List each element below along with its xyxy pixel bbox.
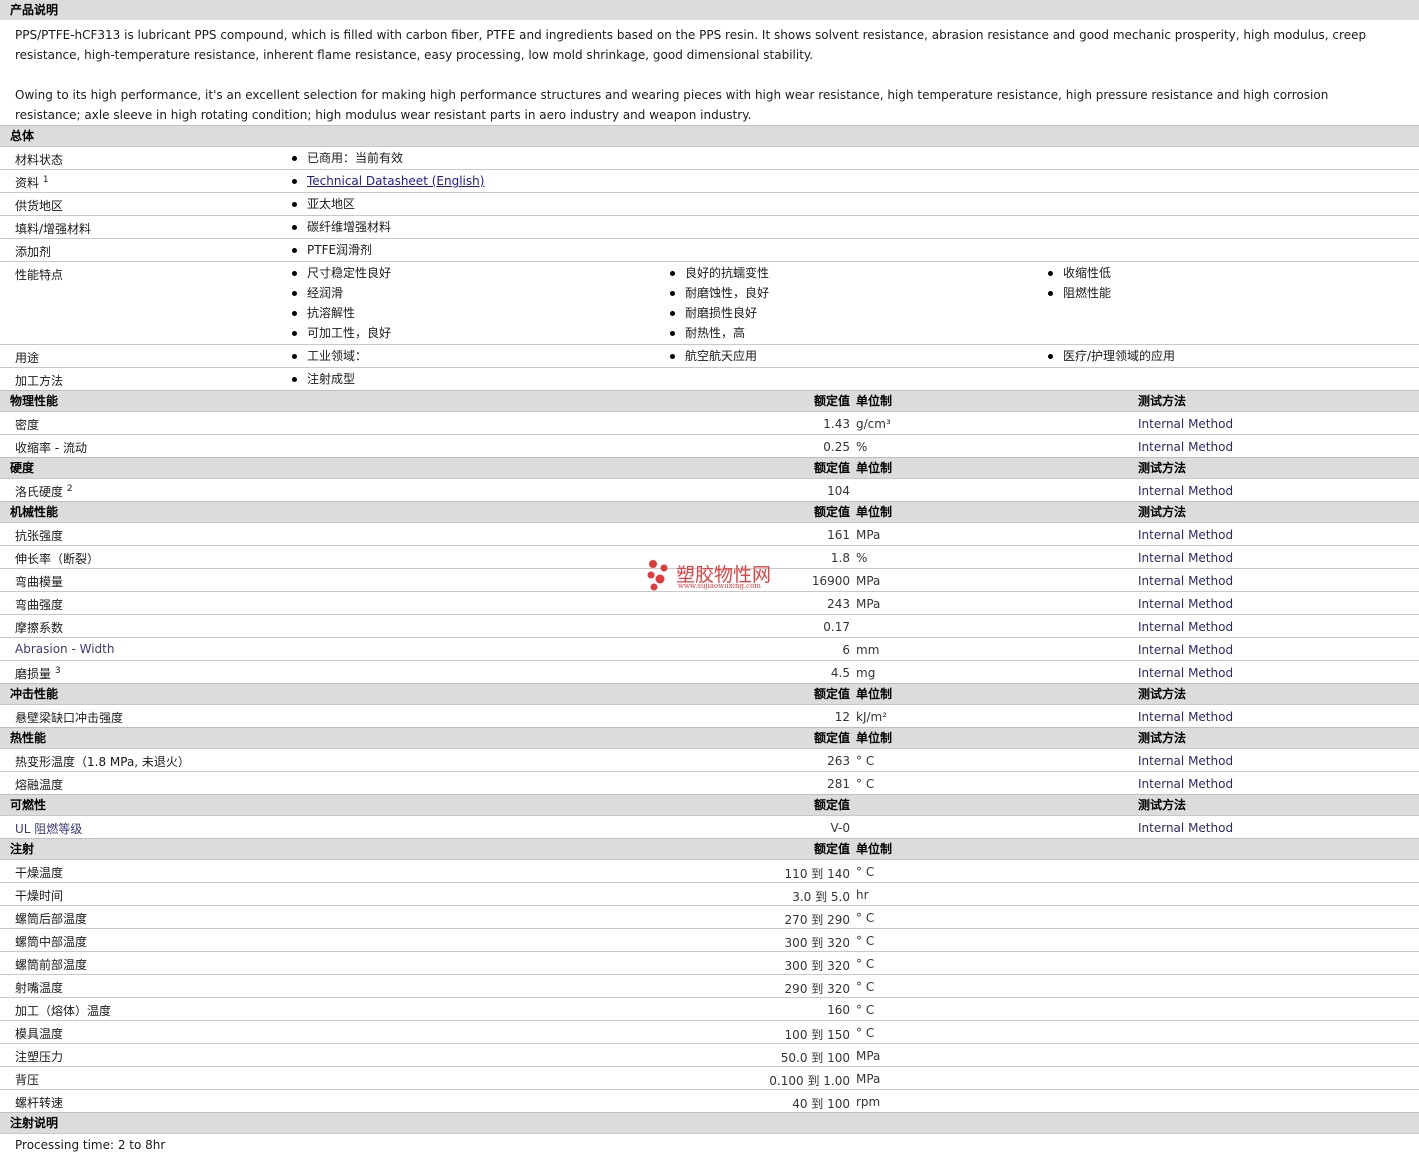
- general-row-additive: 添加剂 PTFE润滑剂: [0, 238, 1419, 261]
- row-label: 性能特点: [15, 268, 64, 282]
- column-header-value: 额定值: [813, 394, 850, 408]
- property-row: 弯曲强度 243 MPa Internal Method: [0, 591, 1419, 614]
- row-label: 材料状态: [15, 153, 64, 167]
- property-row: 熔融温度 281 ° C Internal Method: [0, 771, 1419, 794]
- property-row: 收缩率 - 流动 0.25 % Internal Method: [0, 434, 1419, 457]
- row-label: 供货地区: [15, 199, 64, 213]
- bullet-item: 医疗/护理领域的应用: [1048, 349, 1175, 369]
- general-row-filler: 填料/增强材料 碳纤维增强材料: [0, 215, 1419, 238]
- general-row-datasheet: 资料 1 Technical Datasheet (English): [0, 169, 1419, 192]
- watermark-logo: 塑胶物性网 www.sujiaowuxing.com: [646, 558, 786, 592]
- row-label: 用途: [15, 351, 40, 365]
- general-row-region: 供货地区 亚太地区: [0, 192, 1419, 215]
- general-row-features: 性能特点 尺寸稳定性良好 经润滑 抗溶解性 可加工性，良好 良好的抗蠕变性 耐磨…: [0, 261, 1419, 344]
- section-title: 产品说明: [10, 3, 59, 17]
- injection-row: 螺筒中部温度 300 到 320 ° C: [0, 928, 1419, 951]
- column-header-method: 测试方法: [1138, 394, 1187, 408]
- column-header-unit: 单位制: [856, 394, 893, 408]
- bullet-item: 尺寸稳定性良好: [292, 266, 391, 286]
- watermark-dots-icon: [647, 560, 668, 591]
- property-row: 悬壁梁缺口冲击强度 12 kJ/m² Internal Method: [0, 704, 1419, 727]
- property-row: 密度 1.43 g/cm³ Internal Method: [0, 411, 1419, 434]
- bullet-item: 工业领域：: [292, 349, 367, 369]
- section-header-thermal: 热性能 额定值 单位制 测试方法: [0, 727, 1419, 748]
- row-label: 加工方法: [15, 374, 64, 388]
- injection-row: 干燥时间 3.0 到 5.0 hr: [0, 882, 1419, 905]
- section-header-impact: 冲击性能 额定值 单位制 测试方法: [0, 683, 1419, 704]
- bullet-item: 耐磨蚀性，良好: [670, 286, 769, 306]
- bullet-item: 已商用：当前有效: [292, 151, 403, 171]
- section-header-general: 总体: [0, 125, 1419, 146]
- property-row: 磨损量 3 4.5 mg Internal Method: [0, 660, 1419, 683]
- bullet-item: 亚太地区: [292, 197, 355, 217]
- section-header-description: 产品说明: [0, 0, 1419, 20]
- bullet-item: 良好的抗蠕变性: [670, 266, 769, 286]
- technical-datasheet-link[interactable]: Technical Datasheet (English): [307, 174, 484, 188]
- description-paragraph-1: PPS/PTFE-hCF313 is lubricant PPS compoun…: [15, 28, 1367, 62]
- bullet-item: 可加工性，良好: [292, 326, 391, 346]
- section-header-injection: 注射 额定值 单位制: [0, 838, 1419, 859]
- injection-row: 加工（熔体）温度 160 ° C: [0, 997, 1419, 1020]
- property-row: 抗张强度 161 MPa Internal Method: [0, 522, 1419, 545]
- injection-row: 螺筒前部温度 300 到 320 ° C: [0, 951, 1419, 974]
- injection-row: 注塑压力 50.0 到 100 MPa: [0, 1043, 1419, 1066]
- row-label: 资料 1: [15, 175, 49, 190]
- bullet-item: 收缩性低: [1048, 266, 1111, 286]
- bullet-item: PTFE润滑剂: [292, 243, 372, 263]
- watermark-url: www.sujiaowuxing.com: [678, 582, 761, 590]
- general-row-processing: 加工方法 注射成型: [0, 367, 1419, 390]
- description-paragraph-2: Owing to its high performance, it's an e…: [15, 88, 1329, 122]
- section-header-physical: 物理性能 额定值 单位制 测试方法: [0, 390, 1419, 411]
- bullet-item: 注射成型: [292, 372, 355, 392]
- injection-row: 模具温度 100 到 150 ° C: [0, 1020, 1419, 1043]
- general-row-status: 材料状态 已商用：当前有效: [0, 146, 1419, 169]
- injection-row: 螺杆转速 40 到 100 rpm: [0, 1089, 1419, 1112]
- row-label: 填料/增强材料: [15, 222, 92, 236]
- property-row: 洛氏硬度 2 104 Internal Method: [0, 478, 1419, 501]
- injection-row: 干燥温度 110 到 140 ° C: [0, 859, 1419, 882]
- property-row: 摩擦系数 0.17 Internal Method: [0, 614, 1419, 637]
- description-text: PPS/PTFE-hCF313 is lubricant PPS compoun…: [0, 20, 1419, 125]
- bullet-item: 经润滑: [292, 286, 391, 306]
- property-row: Abrasion - Width 6 mm Internal Method: [0, 637, 1419, 660]
- injection-row: 射嘴温度 290 到 320 ° C: [0, 974, 1419, 997]
- property-row: 热变形温度（1.8 MPa, 未退火） 263 ° C Internal Met…: [0, 748, 1419, 771]
- injection-note: Processing time: 2 to 8hr: [0, 1133, 1419, 1162]
- bullet-item: 耐磨损性良好: [670, 306, 769, 326]
- property-row: UL 阻燃等级 V-0 Internal Method: [0, 815, 1419, 838]
- bullet-item: 碳纤维增强材料: [292, 220, 391, 240]
- injection-row: 背压 0.100 到 1.00 MPa: [0, 1066, 1419, 1089]
- injection-row: 螺筒后部温度 270 到 290 ° C: [0, 905, 1419, 928]
- bullet-item: 航空航天应用: [670, 349, 757, 369]
- bullet-item: 耐热性，高: [670, 326, 769, 346]
- bullet-item: 阻燃性能: [1048, 286, 1111, 306]
- section-header-flammability: 可燃性 额定值 测试方法: [0, 794, 1419, 815]
- section-header-hardness: 硬度 额定值 单位制 测试方法: [0, 457, 1419, 478]
- section-header-mechanical: 机械性能 额定值 单位制 测试方法: [0, 501, 1419, 522]
- bullet-item: 抗溶解性: [292, 306, 391, 326]
- section-title: 总体: [10, 129, 35, 143]
- section-header-injection-notes: 注射说明: [0, 1112, 1419, 1133]
- general-row-uses: 用途 工业领域： 航空航天应用 医疗/护理领域的应用: [0, 344, 1419, 367]
- row-label: 添加剂: [15, 245, 52, 259]
